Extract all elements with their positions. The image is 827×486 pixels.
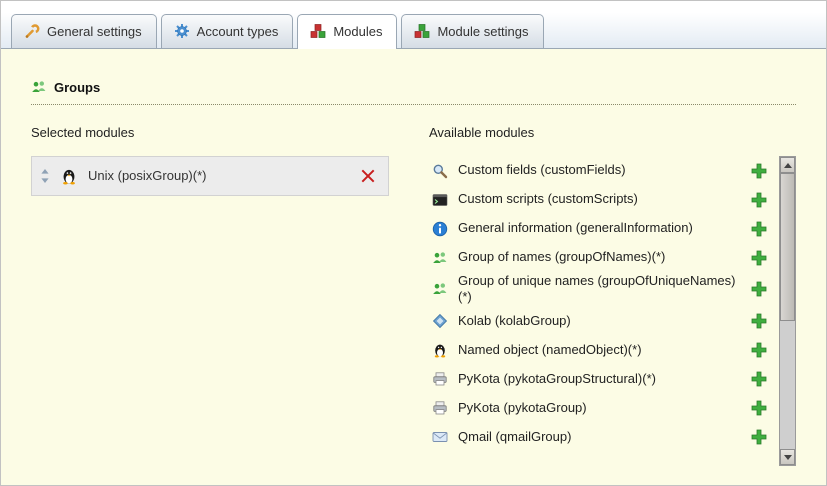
module-label: PyKota (pykotaGroupStructural)(*) <box>458 371 736 387</box>
module-settings-icon <box>414 23 430 39</box>
add-module-button[interactable] <box>751 429 767 445</box>
info-icon <box>431 221 449 237</box>
module-label: General information (generalInformation) <box>458 220 736 236</box>
scrollbar-track[interactable] <box>780 173 795 449</box>
available-module-row: Named object (namedObject)(*) <box>429 336 771 365</box>
tab-module-settings[interactable]: Module settings <box>401 14 543 48</box>
module-label: Qmail (qmailGroup) <box>458 429 736 445</box>
tab-modules[interactable]: Modules <box>297 14 397 49</box>
module-label: Kolab (kolabGroup) <box>458 313 736 329</box>
available-module-row: Custom scripts (customScripts) <box>429 185 771 214</box>
modules-panel: Groups Selected modules <box>1 49 826 485</box>
tux-icon <box>431 342 449 358</box>
tab-label: Module settings <box>437 24 528 39</box>
available-module-row: PyKota (pykotaGroup) <box>429 394 771 423</box>
group-icon <box>431 281 449 297</box>
selected-module-label: Unix (posixGroup)(*) <box>88 168 350 184</box>
tab-label: General settings <box>47 24 142 39</box>
gear-icon <box>174 23 190 39</box>
scrollbar-down-button[interactable] <box>780 449 795 465</box>
terminal-icon <box>431 192 449 208</box>
available-module-row: Qmail (qmailGroup) <box>429 423 771 452</box>
lam-configuration-page: General settings Account types <box>0 0 827 486</box>
mail-icon <box>431 429 449 445</box>
tools-icon <box>24 23 40 39</box>
available-module-row: Kolab (kolabGroup) <box>429 307 771 336</box>
tux-icon <box>60 167 78 185</box>
available-module-row: Custom fields (customFields) <box>429 156 771 185</box>
modules-icon <box>310 23 326 39</box>
group-icon <box>431 250 449 266</box>
available-module-row: PyKota (pykotaGroupStructural)(*) <box>429 365 771 394</box>
tab-label: Account types <box>197 24 279 39</box>
add-module-button[interactable] <box>751 163 767 179</box>
add-module-button[interactable] <box>751 342 767 358</box>
available-modules-list-wrap: Custom fields (customFields) <box>429 156 796 466</box>
selected-module-row[interactable]: Unix (posixGroup)(*) <box>32 157 388 195</box>
module-label: Group of unique names (groupOfUniqueName… <box>458 273 736 306</box>
module-label: Group of names (groupOfNames)(*) <box>458 249 736 265</box>
selected-modules-box: Unix (posixGroup)(*) <box>31 156 389 196</box>
selected-modules-heading: Selected modules <box>31 125 389 140</box>
module-label: Custom scripts (customScripts) <box>458 191 736 207</box>
available-module-row: Group of names (groupOfNames)(*) <box>429 243 771 272</box>
tab-label: Modules <box>333 24 382 39</box>
groups-section-title: Groups <box>31 79 796 105</box>
add-module-button[interactable] <box>751 371 767 387</box>
available-modules-heading: Available modules <box>429 125 796 140</box>
remove-module-button[interactable] <box>360 168 376 184</box>
module-label: Custom fields (customFields) <box>458 162 736 178</box>
magnifier-icon <box>431 163 449 179</box>
tab-bar: General settings Account types <box>1 1 826 49</box>
available-modules-list: Custom fields (customFields) <box>429 156 771 466</box>
add-module-button[interactable] <box>751 221 767 237</box>
available-modules-column: Available modules Custom fields (customF… <box>429 125 796 466</box>
kolab-icon <box>431 313 449 329</box>
scrollbar-up-button[interactable] <box>780 157 795 173</box>
add-module-button[interactable] <box>751 192 767 208</box>
printer-icon <box>431 400 449 416</box>
tab-general-settings[interactable]: General settings <box>11 14 157 48</box>
section-title-label: Groups <box>54 80 100 95</box>
module-label: PyKota (pykotaGroup) <box>458 400 736 416</box>
available-module-row: General information (generalInformation) <box>429 214 771 243</box>
module-label: Named object (namedObject)(*) <box>458 342 736 358</box>
add-module-button[interactable] <box>751 313 767 329</box>
drag-handle-icon[interactable] <box>40 169 50 183</box>
add-module-button[interactable] <box>751 400 767 416</box>
groups-icon <box>31 79 47 95</box>
printer-icon <box>431 371 449 387</box>
add-module-button[interactable] <box>751 281 767 297</box>
scrollbar-thumb[interactable] <box>780 173 795 321</box>
add-module-button[interactable] <box>751 250 767 266</box>
available-module-row: Group of unique names (groupOfUniqueName… <box>429 272 771 307</box>
selected-modules-column: Selected modules <box>31 125 389 466</box>
module-columns: Selected modules <box>31 125 796 466</box>
available-modules-scrollbar[interactable] <box>779 156 796 466</box>
tab-account-types[interactable]: Account types <box>161 14 294 48</box>
